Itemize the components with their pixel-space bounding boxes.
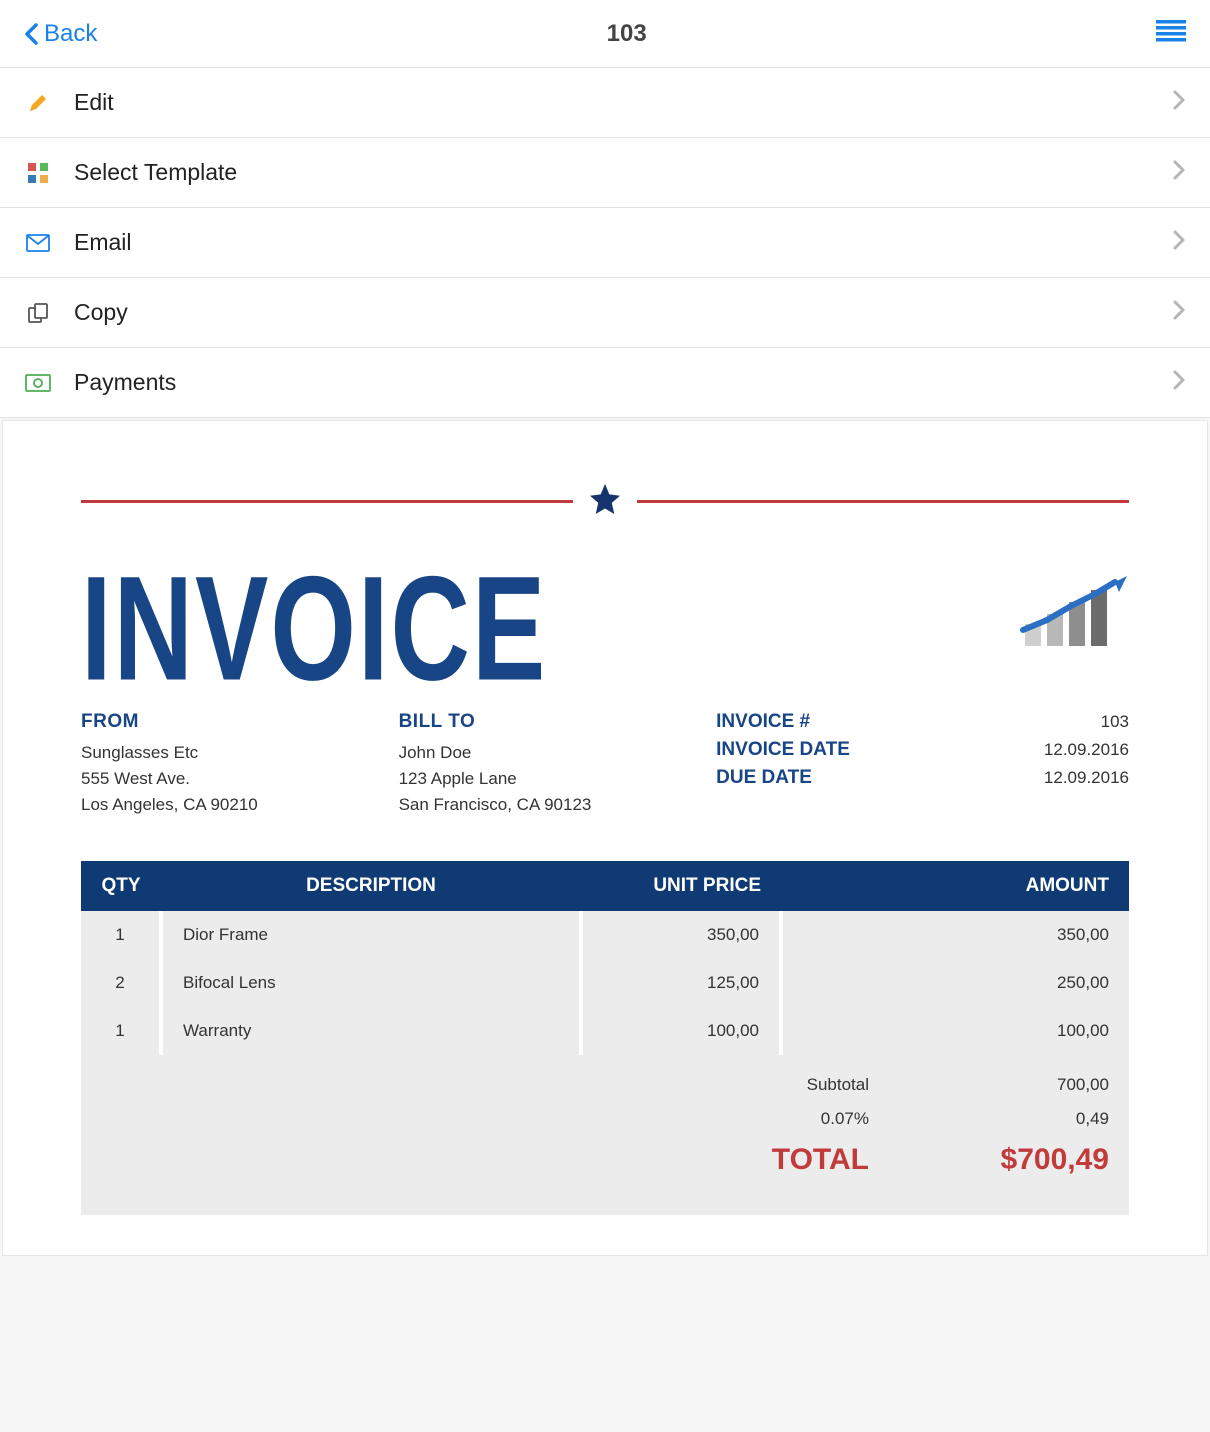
meta-block: INVOICE # 103 INVOICE DATE 12.09.2016 DU… [716,711,1129,821]
star-icon [587,481,623,522]
edit-row[interactable]: Edit [0,68,1210,138]
chevron-right-icon [1172,299,1186,326]
edit-label: Edit [74,89,1172,116]
item-desc: Warranty [161,1007,581,1055]
item-qty: 2 [81,959,161,1007]
chevron-right-icon [1172,159,1186,186]
from-block: FROM Sunglasses Etc 555 West Ave. Los An… [81,711,399,821]
tax-label: 0.07% [689,1109,909,1129]
subtotal-label: Subtotal [689,1075,909,1095]
billto-block: BILL TO John Doe 123 Apple Lane San Fran… [399,711,717,821]
line-items-table: QTY DESCRIPTION UNIT PRICE AMOUNT 1 Dior… [81,861,1129,1055]
select-template-row[interactable]: Select Template [0,138,1210,208]
item-amount: 350,00 [781,911,1129,959]
grid-icon [24,163,52,183]
page-title: 103 [607,20,647,48]
chevron-right-icon [1172,89,1186,116]
invoice-date-label: INVOICE DATE [716,739,850,761]
action-list: Edit Select Template Email [0,68,1210,418]
divider-line [637,500,1129,503]
item-price: 125,00 [581,959,781,1007]
chevron-left-icon [24,23,38,45]
back-button[interactable]: Back [24,20,97,48]
invoice-number-label: INVOICE # [716,711,810,733]
invoice-heading: INVOICE [81,562,547,696]
from-city: Los Angeles, CA 90210 [81,795,399,815]
chevron-right-icon [1172,229,1186,256]
cash-icon [24,374,52,392]
billto-street: 123 Apple Lane [399,769,717,789]
due-date-label: DUE DATE [716,767,812,789]
table-row: 1 Dior Frame 350,00 350,00 [81,911,1129,959]
item-qty: 1 [81,911,161,959]
invoice-date: 12.09.2016 [1044,740,1129,760]
col-qty: QTY [81,861,161,911]
due-date: 12.09.2016 [1044,768,1129,788]
item-price: 100,00 [581,1007,781,1055]
payments-row[interactable]: Payments [0,348,1210,418]
billto-city: San Francisco, CA 90123 [399,795,717,815]
col-price: UNIT PRICE [581,861,781,911]
copy-icon [24,302,52,324]
billto-heading: BILL TO [399,711,717,733]
pencil-icon [24,92,52,114]
item-desc: Bifocal Lens [161,959,581,1007]
table-row: 1 Warranty 100,00 100,00 [81,1007,1129,1055]
back-label: Back [44,20,97,48]
invoice-number: 103 [1101,712,1129,732]
payments-label: Payments [74,369,1172,396]
chevron-right-icon [1172,369,1186,396]
menu-button[interactable] [1156,20,1186,47]
copy-label: Copy [74,299,1172,326]
from-name: Sunglasses Etc [81,743,399,763]
growth-chart-icon [1019,576,1129,661]
table-row: 2 Bifocal Lens 125,00 250,00 [81,959,1129,1007]
copy-row[interactable]: Copy [0,278,1210,348]
invoice-preview: INVOICE FROM Sunglasses Etc 555 West Ave… [2,420,1208,1256]
email-label: Email [74,229,1172,256]
item-qty: 1 [81,1007,161,1055]
item-price: 350,00 [581,911,781,959]
select-template-label: Select Template [74,159,1172,186]
item-amount: 250,00 [781,959,1129,1007]
total-value: $700,49 [909,1143,1109,1177]
header-divider [81,481,1129,522]
total-label: TOTAL [689,1143,909,1177]
subtotal-value: 700,00 [909,1075,1109,1095]
totals-block: Subtotal 700,00 0.07% 0,49 TOTAL $700,49 [81,1055,1129,1215]
from-heading: FROM [81,711,399,733]
item-amount: 100,00 [781,1007,1129,1055]
col-amount: AMOUNT [781,861,1129,911]
billto-name: John Doe [399,743,717,763]
envelope-icon [24,234,52,252]
invoice-info: FROM Sunglasses Etc 555 West Ave. Los An… [81,711,1129,821]
navbar: Back 103 [0,0,1210,68]
tax-value: 0,49 [909,1109,1109,1129]
item-desc: Dior Frame [161,911,581,959]
menu-icon [1156,29,1186,46]
col-desc: DESCRIPTION [161,861,581,911]
email-row[interactable]: Email [0,208,1210,278]
from-street: 555 West Ave. [81,769,399,789]
divider-line [81,500,573,503]
